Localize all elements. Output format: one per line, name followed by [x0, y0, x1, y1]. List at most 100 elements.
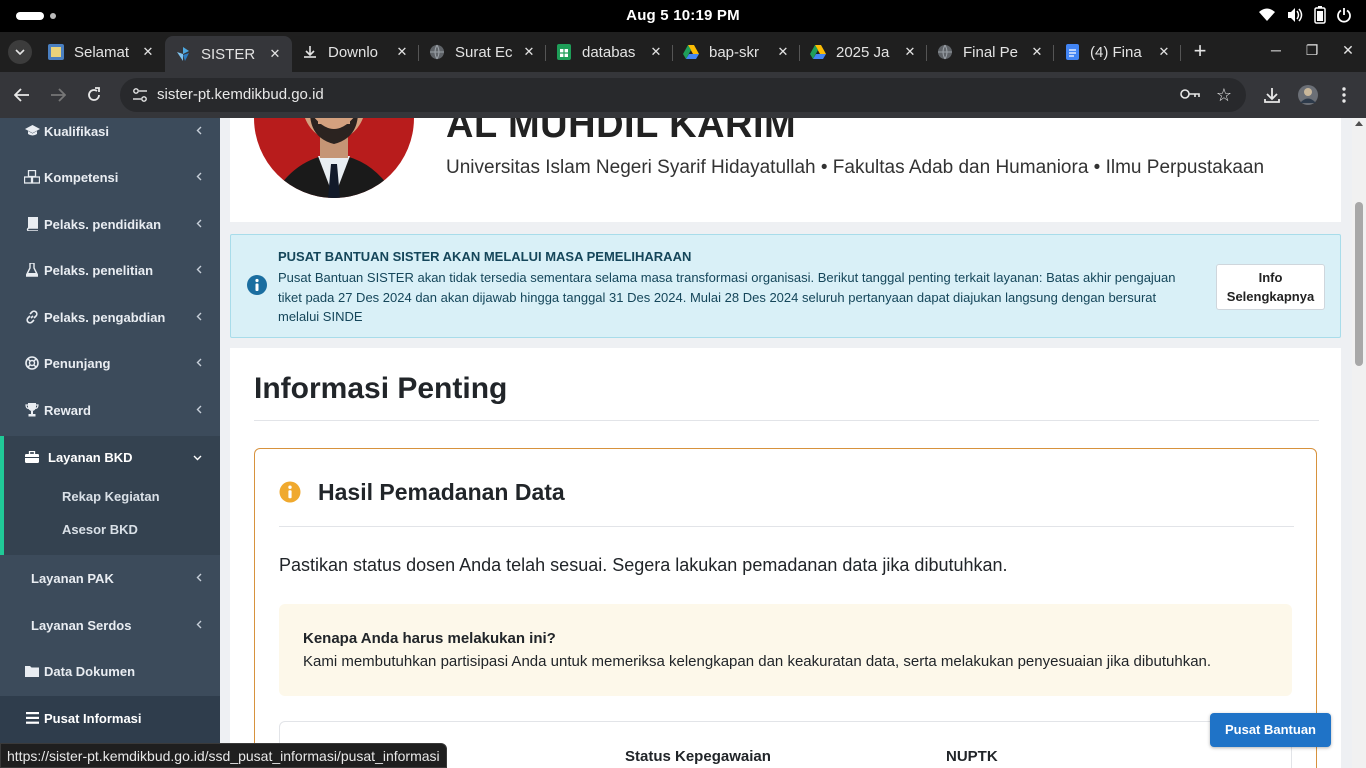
sidebar-item-layanan-serdos[interactable]: Layanan Serdos — [0, 602, 220, 648]
sidebar-subitem-asesor-bkd[interactable]: Asesor BKD — [62, 522, 138, 537]
why-text: Kami membutuhkan partisipasi Anda untuk … — [303, 653, 1212, 670]
close-tab-icon[interactable]: ✕ — [141, 44, 155, 60]
divider — [254, 420, 1319, 421]
sidebar-item-layanan-bkd[interactable]: Layanan BKD — [0, 434, 220, 480]
chevron-left-icon — [196, 124, 202, 138]
browser-tab[interactable]: bap-skr ✕ — [673, 36, 800, 68]
why-callout: Kenapa Anda harus melakukan ini? Kami me… — [279, 604, 1292, 696]
tab-list: Selamat ✕ SISTER ✕ Downlo ✕ Surat Ec ✕ databas ✕ b… — [38, 36, 1181, 72]
browser-tab[interactable]: Surat Ec ✕ — [419, 36, 546, 68]
back-button[interactable] — [10, 83, 34, 107]
wifi-icon[interactable] — [1258, 7, 1276, 23]
sidebar-item-pelaks-penelitian[interactable]: Pelaks. penelitian — [0, 247, 220, 293]
new-tab-button[interactable]: + — [1188, 40, 1212, 64]
browser-tab[interactable]: SISTER ✕ — [165, 36, 292, 72]
minimize-icon[interactable]: ─ — [1268, 42, 1284, 59]
sidebar-item-label: Layanan PAK — [31, 570, 114, 586]
close-tab-icon[interactable]: ✕ — [1157, 44, 1171, 60]
drive-icon — [810, 44, 826, 60]
sidebar-item-kompetensi[interactable]: Kompetensi — [0, 154, 220, 200]
link-status-bubble: https://sister-pt.kemdikbud.go.id/ssd_pu… — [0, 743, 447, 768]
battery-icon[interactable] — [1314, 6, 1326, 24]
tab-label: (4) Fina — [1090, 43, 1142, 61]
close-tab-icon[interactable]: ✕ — [776, 44, 790, 60]
site-info-icon[interactable] — [132, 87, 148, 108]
browser-tab[interactable]: Selamat ✕ — [38, 36, 165, 68]
profile-card: AL MUHDIL KARIM Universitas Islam Negeri… — [230, 118, 1341, 222]
card-description: Pastikan status dosen Anda telah sesuai.… — [279, 555, 1008, 575]
power-icon[interactable] — [1336, 7, 1352, 23]
sidebar-subitem-rekap-kegiatan[interactable]: Rekap Kegiatan — [62, 489, 160, 504]
browser-tab[interactable]: Final Pe ✕ — [927, 36, 1054, 68]
sidebar-item-label: Pelaks. pendidikan — [44, 216, 162, 232]
chevron-left-icon — [196, 618, 202, 632]
tab-label: Final Pe — [963, 43, 1019, 61]
sidebar-item-kualifikasi[interactable]: Kualifikasi — [0, 118, 220, 154]
browser-tab[interactable]: 2025 Ja ✕ — [800, 36, 927, 68]
maintenance-alert: PUSAT BANTUAN SISTER AKAN MELALUI MASA P… — [230, 234, 1341, 338]
sidebar-item-pelaks-pendidikan[interactable]: Pelaks. pendidikan — [0, 201, 220, 247]
browser-tab[interactable]: (4) Fina ✕ — [1054, 36, 1181, 68]
password-key-icon[interactable] — [1180, 87, 1200, 106]
tab-label: Downlo — [328, 43, 379, 61]
address-bar[interactable]: sister-pt.kemdikbud.go.id ☆ — [120, 78, 1246, 112]
scroll-up-arrow[interactable] — [1355, 121, 1363, 126]
sidebar-item-layanan-pak[interactable]: Layanan PAK — [0, 555, 220, 601]
volume-icon[interactable] — [1286, 7, 1304, 23]
maximize-icon[interactable]: ❐ — [1304, 42, 1320, 59]
window-controls: ─ ❐ ✕ — [1268, 42, 1356, 59]
os-clock[interactable]: Aug 5 10:19 PM — [0, 7, 1366, 24]
tab-label: Selamat — [74, 43, 130, 61]
close-tab-icon[interactable]: ✕ — [522, 44, 536, 60]
browser-tab[interactable]: databas ✕ — [546, 36, 673, 68]
sidebar-item-pusat-informasi[interactable]: Pusat Informasi — [0, 695, 220, 741]
browser-toolbar: sister-pt.kemdikbud.go.id ☆ — [0, 72, 1366, 118]
tab-label: databas — [582, 43, 636, 61]
browser-menu-icon[interactable] — [1333, 84, 1355, 106]
sidebar-item-label: Layanan BKD — [48, 449, 133, 465]
sidebar-item-reward[interactable]: Reward — [0, 387, 220, 433]
bookmark-star-icon[interactable]: ☆ — [1216, 85, 1232, 106]
reload-button[interactable] — [82, 83, 106, 107]
flask-icon — [24, 263, 40, 277]
close-tab-icon[interactable]: ✕ — [903, 44, 917, 60]
chevron-down-icon — [193, 450, 202, 464]
drive-icon — [683, 44, 699, 60]
downloads-icon[interactable] — [1261, 84, 1283, 106]
os-top-bar: Aug 5 10:19 PM — [0, 0, 1366, 32]
tab-search-button[interactable] — [8, 40, 32, 64]
divider — [279, 526, 1294, 527]
system-tray[interactable] — [1258, 6, 1352, 24]
card-title: Hasil Pemadanan Data — [318, 479, 565, 505]
sidebar-item-penunjang[interactable]: Penunjang — [0, 340, 220, 386]
url-text[interactable]: sister-pt.kemdikbud.go.id — [157, 86, 324, 103]
data-matching-card: Hasil Pemadanan Data Pastikan status dos… — [254, 448, 1317, 768]
sidebar-item-label: Kualifikasi — [44, 123, 110, 139]
globe-icon — [429, 44, 445, 60]
arrow-right-icon — [51, 88, 66, 102]
tab-label: SISTER — [201, 45, 256, 63]
reload-icon — [88, 87, 100, 101]
sidebar-item-label: Pelaks. penelitian — [44, 262, 154, 278]
sidebar-item-label: Pelaks. pengabdian — [44, 309, 166, 325]
scroll-thumb[interactable] — [1355, 202, 1363, 366]
close-window-icon[interactable]: ✕ — [1340, 42, 1356, 59]
close-tab-icon[interactable]: ✕ — [1030, 44, 1044, 60]
browser-tab[interactable]: Downlo ✕ — [292, 36, 419, 68]
page-scrollbar[interactable] — [1352, 118, 1366, 768]
info-selengkapnya-button[interactable]: Info Selengkapnya — [1216, 264, 1325, 310]
profile-avatar[interactable] — [1297, 84, 1319, 106]
forward-button[interactable] — [46, 83, 70, 107]
close-tab-icon[interactable]: ✕ — [268, 46, 282, 62]
folder-icon — [24, 665, 40, 677]
pusat-bantuan-button[interactable]: Pusat Bantuan — [1210, 713, 1331, 747]
cubes-icon — [24, 170, 40, 184]
sidebar-item-pelaks-pengabdian[interactable]: Pelaks. pengabdian — [0, 294, 220, 340]
sidebar-item-data-dokumen[interactable]: Data Dokumen — [0, 648, 220, 694]
chevron-down-icon — [15, 49, 25, 55]
close-tab-icon[interactable]: ✕ — [395, 44, 409, 60]
sidebar-item-label: Pusat Informasi — [44, 710, 142, 726]
book-icon — [24, 217, 40, 231]
sister-favicon-icon — [175, 46, 191, 62]
close-tab-icon[interactable]: ✕ — [649, 44, 663, 60]
